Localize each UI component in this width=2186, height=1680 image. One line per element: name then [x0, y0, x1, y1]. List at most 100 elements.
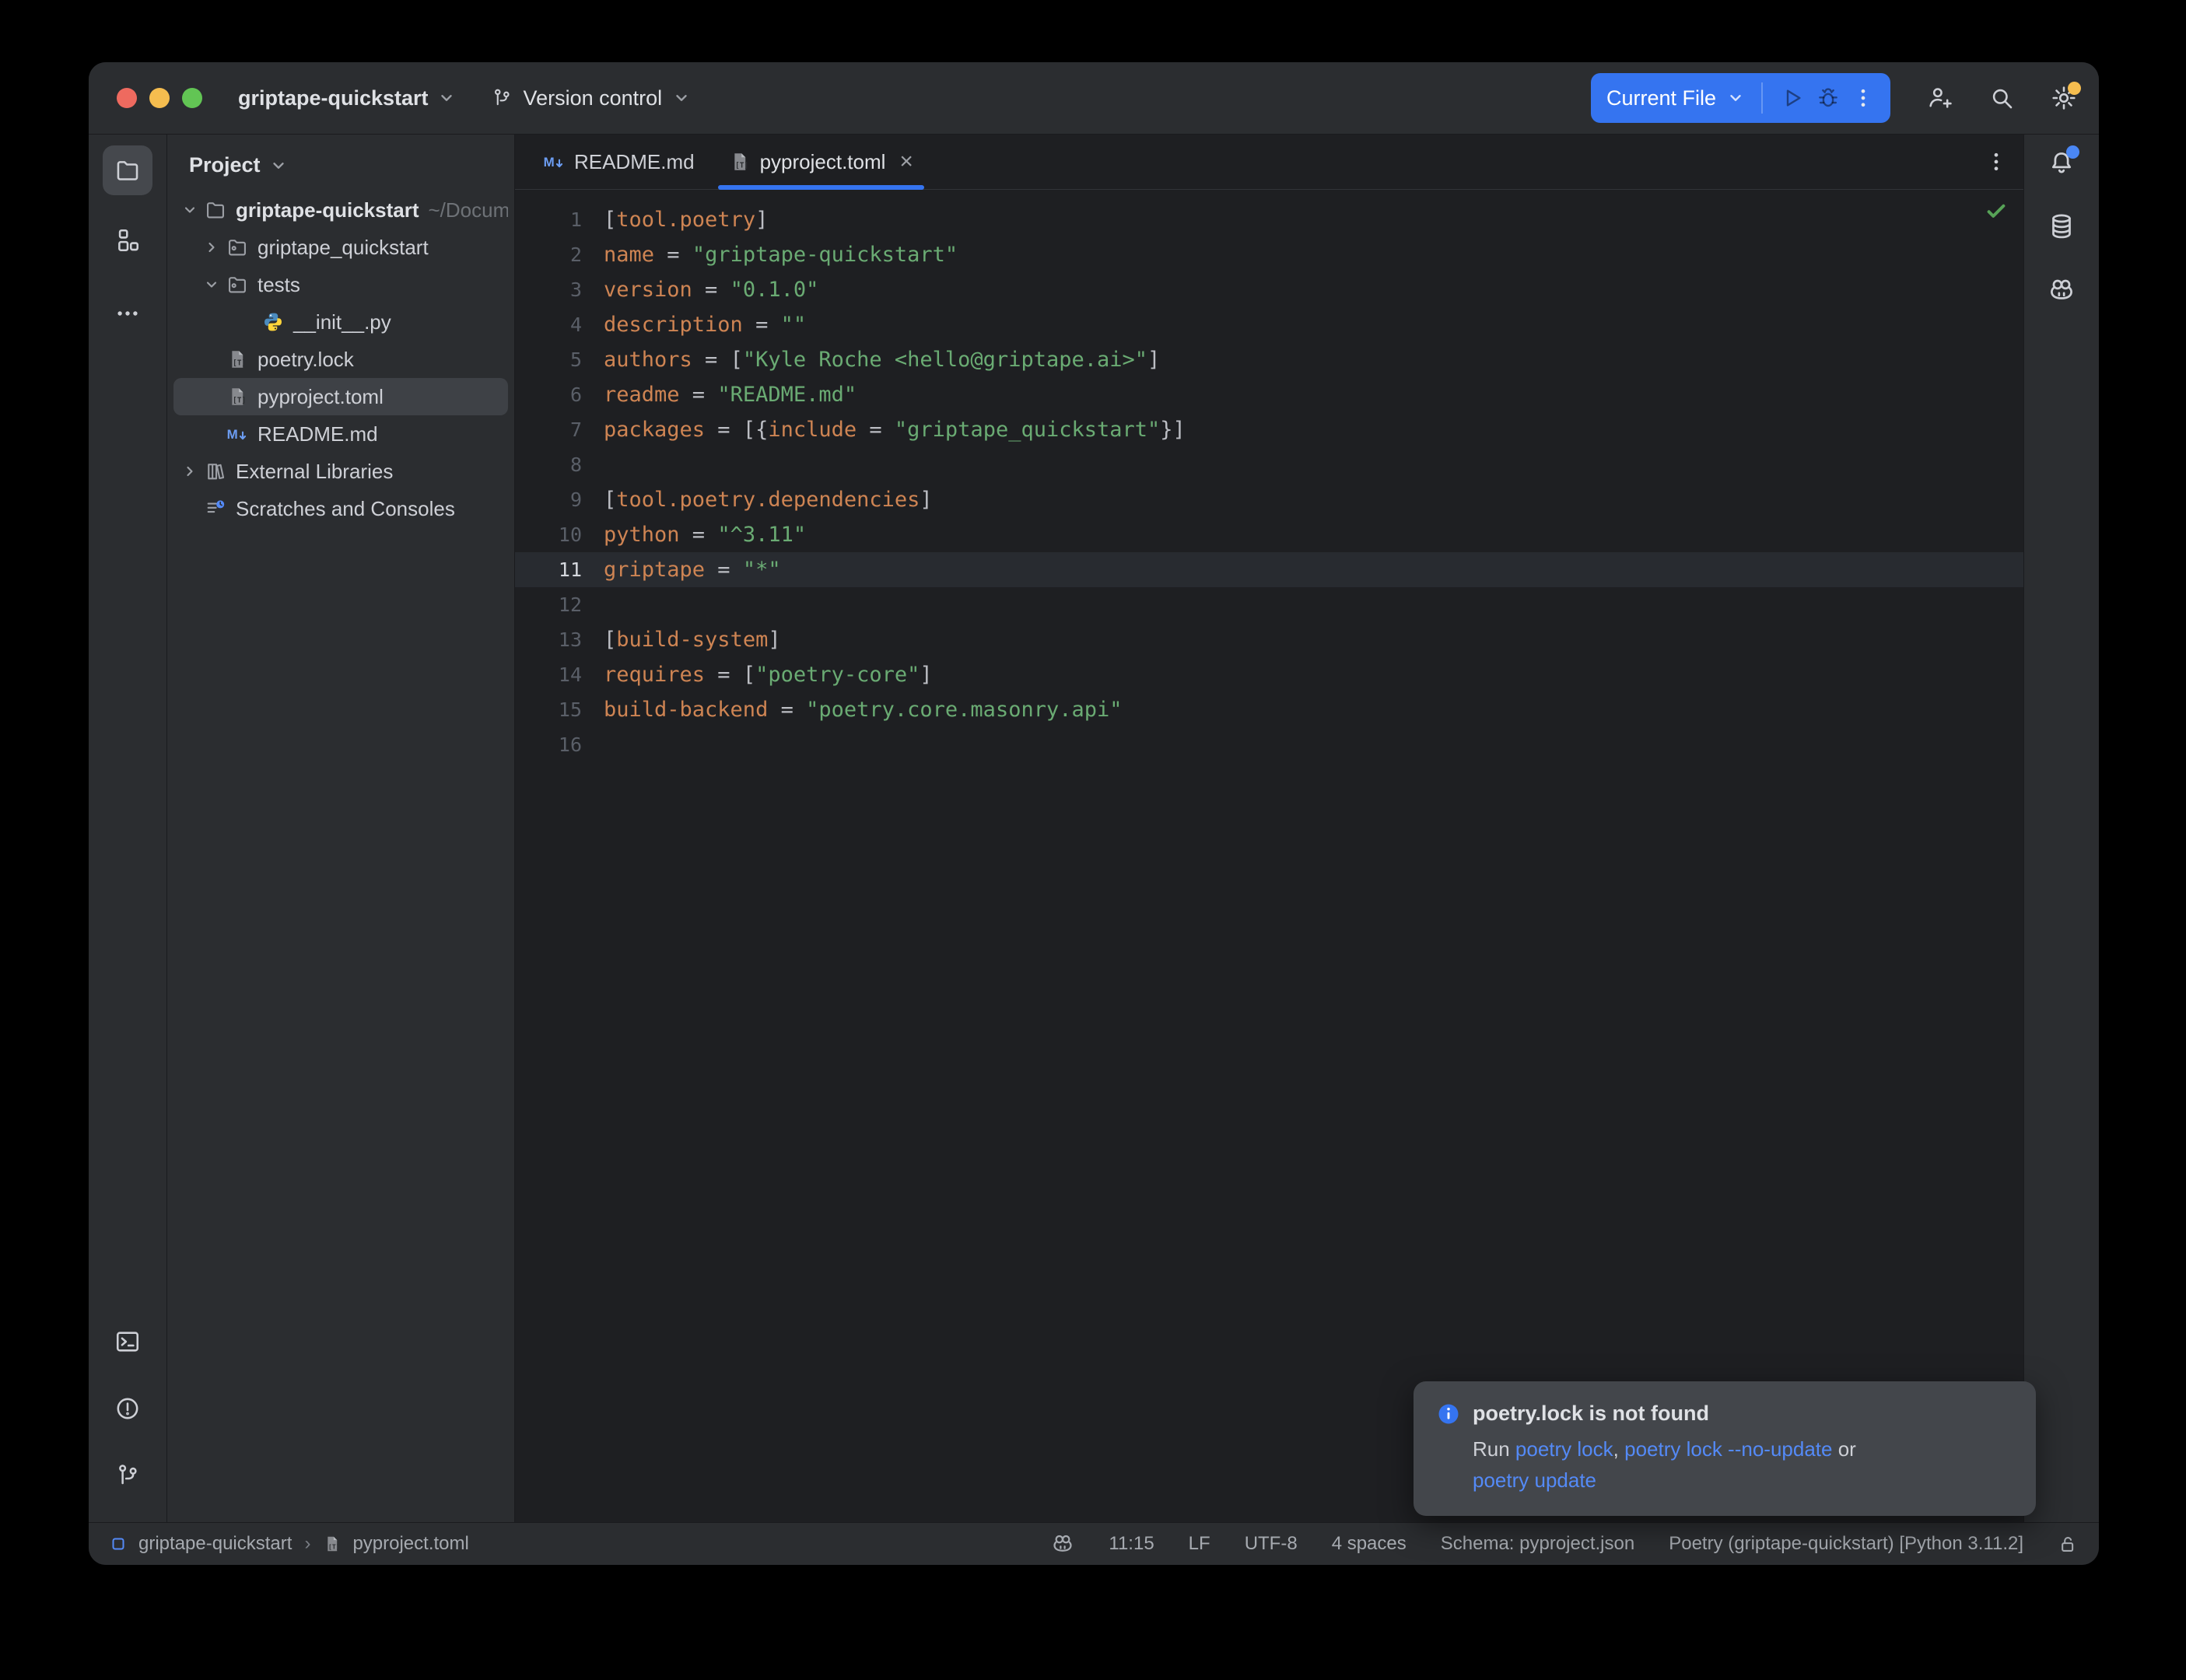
settings-gear-icon[interactable] [2051, 85, 2077, 111]
more-run-options-icon[interactable] [1851, 86, 1875, 110]
tree-item-pyproject.toml[interactable]: [T]pyproject.toml [173, 378, 508, 415]
toml-file-icon: [T] [729, 151, 751, 173]
tree-item-__init__.py[interactable]: __init__.py [173, 303, 508, 341]
structure-tool-button[interactable] [103, 215, 152, 265]
more-tools-button[interactable] [103, 289, 152, 338]
ide-window: griptape-quickstart Version control Curr… [89, 62, 2099, 1565]
search-icon[interactable] [1988, 85, 2015, 111]
chevron-down-icon [270, 157, 287, 174]
tab-README.md[interactable]: MREADME.md [526, 135, 712, 189]
scratches-icon [203, 497, 228, 520]
project-tree: griptape-quickstart~/Documegriptape_quic… [167, 191, 514, 1522]
code-text: readme = "README.md" [604, 383, 857, 407]
status-item[interactable]: UTF-8 [1245, 1533, 1298, 1555]
debug-icon[interactable] [1816, 86, 1841, 110]
notification-balloon[interactable]: poetry.lock is not found Run poetry lock… [1414, 1381, 2036, 1516]
line-number: 12 [515, 593, 604, 616]
tab-pyproject.toml[interactable]: [T] pyproject.toml × [712, 135, 930, 189]
close-tab-icon[interactable]: × [899, 150, 913, 173]
terminal-icon [114, 1328, 141, 1355]
code-line-5[interactable]: 5authors = ["Kyle Roche <hello@griptape.… [515, 342, 2023, 377]
project-selector[interactable]: griptape-quickstart [238, 86, 455, 110]
code-line-9[interactable]: 9[tool.poetry.dependencies] [515, 482, 2023, 517]
notification-title: poetry.lock is not found [1473, 1402, 1709, 1426]
code-line-3[interactable]: 3version = "0.1.0" [515, 272, 2023, 307]
status-bar: griptape-quickstart › [T] pyproject.toml… [89, 1522, 2099, 1565]
problems-tool-button[interactable] [103, 1384, 152, 1433]
folder-icon [203, 198, 228, 222]
titlebar-actions: Current File [1591, 73, 2099, 123]
project-name-label: griptape-quickstart [238, 86, 429, 110]
project-tool-button[interactable] [103, 145, 152, 195]
code-line-14[interactable]: 14requires = ["poetry-core"] [515, 657, 2023, 692]
terminal-tool-button[interactable] [103, 1317, 152, 1367]
code-line-1[interactable]: 1[tool.poetry] [515, 202, 2023, 237]
tree-item-Scratches and Consoles[interactable]: Scratches and Consoles [173, 490, 508, 527]
tree-item-tests[interactable]: tests [173, 266, 508, 303]
run-widget[interactable]: Current File [1591, 73, 1890, 123]
line-number: 16 [515, 733, 604, 756]
line-number: 4 [515, 313, 604, 336]
editor-area: MREADME.md [T] pyproject.toml × 1[tool.poet… [515, 135, 2023, 1522]
notifications-bell-button[interactable] [2048, 149, 2076, 177]
code-line-2[interactable]: 2name = "griptape-quickstart" [515, 237, 2023, 272]
code-text: griptape = "*" [604, 558, 781, 582]
line-number: 13 [515, 628, 604, 651]
link-poetry-update[interactable]: poetry update [1473, 1468, 1596, 1492]
svg-text:M: M [227, 427, 238, 442]
tree-item-poetry.lock[interactable]: [T]poetry.lock [173, 341, 508, 378]
code-line-16[interactable]: 16 [515, 727, 2023, 762]
status-item[interactable]: Poetry (griptape-quickstart) [Python 3.1… [1669, 1533, 2023, 1555]
ai-status-icon[interactable] [1051, 1532, 1074, 1556]
code-line-8[interactable]: 8 [515, 447, 2023, 482]
vcs-widget[interactable]: Version control [491, 86, 691, 110]
code-line-10[interactable]: 10python = "^3.11" [515, 517, 2023, 552]
code-line-12[interactable]: 12 [515, 587, 2023, 622]
tree-item-README.md[interactable]: MREADME.md [173, 415, 508, 453]
svg-text:[T]: [T] [233, 397, 246, 405]
tree-item-griptape-quickstart[interactable]: griptape-quickstart~/Docume [173, 191, 508, 229]
tree-item-External Libraries[interactable]: External Libraries [173, 453, 508, 490]
link-poetry-lock[interactable]: poetry lock [1515, 1437, 1613, 1461]
code-line-7[interactable]: 7packages = [{include = "griptape_quicks… [515, 412, 2023, 447]
code-line-11[interactable]: 11griptape = "*" [515, 552, 2023, 587]
markdown-file-icon: M [543, 151, 565, 173]
minimize-window-button[interactable] [149, 88, 170, 108]
breadcrumb-file[interactable]: pyproject.toml [352, 1533, 468, 1555]
status-item[interactable]: 4 spaces [1332, 1533, 1407, 1555]
project-panel-header[interactable]: Project [167, 147, 514, 191]
status-item[interactable]: 11:15 [1109, 1533, 1154, 1555]
run-icon[interactable] [1780, 86, 1805, 110]
code-line-6[interactable]: 6readme = "README.md" [515, 377, 2023, 412]
notification-text: Run [1473, 1437, 1515, 1461]
tab-options-icon[interactable] [1985, 150, 2008, 173]
line-number: 9 [515, 488, 604, 511]
lock-open-icon[interactable] [2058, 1534, 2079, 1555]
line-number: 15 [515, 698, 604, 721]
zoom-window-button[interactable] [182, 88, 202, 108]
branch-icon [491, 87, 513, 109]
database-icon[interactable] [2048, 212, 2076, 240]
close-window-button[interactable] [117, 88, 137, 108]
code-line-4[interactable]: 4description = "" [515, 307, 2023, 342]
vcs-tool-button[interactable] [103, 1451, 152, 1500]
status-item[interactable]: Schema: pyproject.json [1441, 1533, 1634, 1555]
divider [1761, 82, 1763, 114]
svg-text:[T]: [T] [233, 359, 246, 368]
tree-item-label: Scratches and Consoles [236, 497, 455, 521]
chevron-down-icon [1727, 89, 1744, 107]
add-user-icon[interactable] [1926, 85, 1953, 111]
code-text: authors = ["Kyle Roche <hello@griptape.a… [604, 348, 1160, 372]
tab-label: pyproject.toml [760, 150, 886, 174]
code-line-15[interactable]: 15build-backend = "poetry.core.masonry.a… [515, 692, 2023, 727]
status-item[interactable]: LF [1189, 1533, 1210, 1555]
breadcrumb-project[interactable]: griptape-quickstart [138, 1533, 292, 1555]
code-line-13[interactable]: 13[build-system] [515, 622, 2023, 657]
editor-tabs: MREADME.md [T] pyproject.toml × [526, 135, 930, 189]
link-poetry-lock---no-update[interactable]: poetry lock --no-update [1624, 1437, 1832, 1461]
tree-item-griptape_quickstart[interactable]: griptape_quickstart [173, 229, 508, 266]
line-number: 10 [515, 523, 604, 546]
ai-assistant-icon[interactable] [2048, 276, 2076, 304]
code-text: python = "^3.11" [604, 523, 806, 547]
code-editor[interactable]: 1[tool.poetry]2name = "griptape-quicksta… [515, 190, 2023, 1522]
